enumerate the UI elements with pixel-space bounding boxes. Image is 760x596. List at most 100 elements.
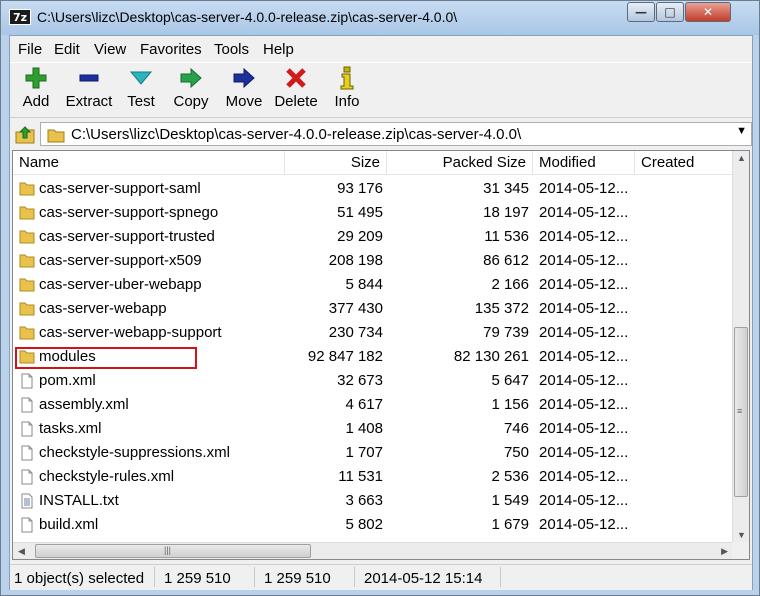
file-row[interactable]: cas-server-webapp 377 430 135 372 2014-05-1…	[13, 297, 733, 321]
client-area: File Edit View Favorites Tools Help Add …	[9, 35, 753, 590]
file-row[interactable]: cas-server-support-saml 93 176 31 345 2014-…	[13, 177, 733, 201]
file-modified: 2014-05-12...	[539, 492, 629, 509]
test-button[interactable]: Test	[124, 65, 158, 110]
status-divider	[254, 567, 255, 587]
folder-icon	[19, 229, 35, 245]
status-size: 1 259 510	[164, 570, 231, 587]
column-packed-size[interactable]: Packed Size	[387, 151, 533, 175]
file-modified: 2014-05-12...	[539, 252, 629, 269]
file-packed-size: 2 166	[491, 276, 529, 293]
file-row[interactable]: tasks.xml 1 408 746 2014-05-12...	[13, 417, 733, 441]
up-folder-icon[interactable]	[14, 123, 36, 145]
file-modified: 2014-05-12...	[539, 300, 629, 317]
menu-favorites[interactable]: Favorites	[140, 41, 202, 58]
file-icon	[19, 397, 35, 413]
file-row[interactable]: cas-server-support-trusted 29 209 11 536 20…	[13, 225, 733, 249]
file-modified: 2014-05-12...	[539, 420, 629, 437]
file-modified: 2014-05-12...	[539, 324, 629, 341]
delete-button[interactable]: Delete	[274, 65, 318, 110]
status-bar: 1 object(s) selected 1 259 510 1 259 510…	[10, 564, 752, 590]
file-row[interactable]: cas-server-support-spnego 51 495 18 197 201…	[13, 201, 733, 225]
maximize-button[interactable]: □	[656, 2, 684, 22]
file-row[interactable]: pom.xml 32 673 5 647 2014-05-12...	[13, 369, 733, 393]
menu-edit[interactable]: Edit	[54, 41, 80, 58]
vertical-scrollbar[interactable]: ▲ ≡ ▼	[732, 151, 749, 542]
file-row[interactable]: INSTALL.txt 3 663 1 549 2014-05-12...	[13, 489, 733, 513]
column-created[interactable]: Created	[635, 151, 733, 175]
file-modified: 2014-05-12...	[539, 204, 629, 221]
file-size: 1 408	[345, 420, 383, 437]
address-bar: C:\Users\lizc\Desktop\cas-server-4.0.0-r…	[10, 120, 752, 148]
file-name: tasks.xml	[39, 420, 102, 437]
file-packed-size: 135 372	[474, 300, 529, 317]
file-row[interactable]: assembly.xml 4 617 1 156 2014-05-12...	[13, 393, 733, 417]
file-modified: 2014-05-12...	[539, 276, 629, 293]
file-packed-size: 2 536	[491, 468, 529, 485]
menu-file[interactable]: File	[18, 41, 42, 58]
file-row[interactable]: checkstyle-rules.xml 11 531 2 536 2014-05-1…	[13, 465, 733, 489]
scroll-left-icon[interactable]: ◀	[18, 546, 25, 557]
close-button[interactable]: ✕	[685, 2, 731, 22]
file-row[interactable]: modules 92 847 182 82 130 261 2014-05-12...	[13, 345, 733, 369]
folder-icon	[19, 301, 35, 317]
extract-button[interactable]: Extract	[64, 65, 114, 110]
file-name: cas-server-support-saml	[39, 180, 201, 197]
file-row[interactable]: cas-server-support-x509 208 198 86 612 2014…	[13, 249, 733, 273]
file-packed-size: 31 345	[483, 180, 529, 197]
file-icon	[19, 445, 35, 461]
app-window: 7z C:\Users\lizc\Desktop\cas-server-4.0.…	[0, 0, 760, 596]
scroll-up-icon[interactable]: ▲	[737, 153, 746, 163]
file-icon	[19, 469, 35, 485]
vertical-scroll-thumb[interactable]: ≡	[734, 327, 748, 497]
grip-icon: ≡	[737, 406, 743, 416]
7zip-app-icon[interactable]: 7z	[9, 9, 31, 25]
file-name: checkstyle-suppressions.xml	[39, 444, 230, 461]
file-row[interactable]: checkstyle-suppressions.xml 1 707 750 2014-…	[13, 441, 733, 465]
column-name[interactable]: Name	[13, 151, 285, 175]
plus-icon	[25, 67, 47, 89]
copy-button[interactable]: Copy	[172, 65, 210, 110]
minimize-button[interactable]: —	[627, 2, 655, 22]
menu-tools[interactable]: Tools	[214, 41, 249, 58]
copy-arrow-icon	[180, 67, 202, 89]
folder-icon	[19, 253, 35, 269]
file-name: pom.xml	[39, 372, 96, 389]
file-row[interactable]: cas-server-uber-webapp 5 844 2 166 2014-05-…	[13, 273, 733, 297]
grip-icon: |||	[164, 545, 172, 555]
menu-view[interactable]: View	[94, 41, 126, 58]
file-name: assembly.xml	[39, 396, 129, 413]
text-file-icon	[19, 493, 35, 509]
file-rows: cas-server-support-saml 93 176 31 345 2014-…	[13, 177, 733, 537]
status-packed: 1 259 510	[264, 570, 331, 587]
minus-icon	[79, 74, 99, 82]
file-name: checkstyle-rules.xml	[39, 468, 175, 485]
check-icon	[129, 71, 153, 85]
horizontal-scroll-thumb[interactable]: |||	[35, 544, 311, 558]
file-packed-size: 86 612	[483, 252, 529, 269]
file-row[interactable]: build.xml 5 802 1 679 2014-05-12...	[13, 513, 733, 537]
file-name: cas-server-webapp	[39, 300, 167, 317]
dropdown-arrow-icon[interactable]: ▼	[736, 125, 747, 137]
file-size: 5 844	[345, 276, 383, 293]
move-button[interactable]: Move	[224, 65, 264, 110]
window-title: C:\Users\lizc\Desktop\cas-server-4.0.0-r…	[37, 9, 458, 25]
test-label: Test	[127, 93, 155, 110]
move-arrow-icon	[233, 67, 255, 89]
scroll-right-icon[interactable]: ▶	[721, 546, 728, 557]
file-packed-size: 79 739	[483, 324, 529, 341]
column-modified[interactable]: Modified	[533, 151, 635, 175]
file-size: 208 198	[328, 252, 383, 269]
column-size[interactable]: Size	[285, 151, 387, 175]
horizontal-scrollbar[interactable]: ◀ ||| ▶	[13, 542, 733, 559]
file-packed-size: 11 536	[484, 228, 529, 245]
file-row[interactable]: cas-server-webapp-support 230 734 79 739 20…	[13, 321, 733, 345]
title-bar[interactable]: 7z C:\Users\lizc\Desktop\cas-server-4.0.…	[1, 1, 759, 35]
file-name: INSTALL.txt	[39, 492, 119, 509]
status-divider	[500, 567, 501, 587]
address-field[interactable]: C:\Users\lizc\Desktop\cas-server-4.0.0-r…	[40, 122, 752, 146]
menu-help[interactable]: Help	[263, 41, 294, 58]
add-button[interactable]: Add	[20, 65, 52, 110]
highlight-box	[15, 347, 197, 369]
info-button[interactable]: Info	[332, 65, 362, 110]
scroll-down-icon[interactable]: ▼	[737, 530, 746, 540]
